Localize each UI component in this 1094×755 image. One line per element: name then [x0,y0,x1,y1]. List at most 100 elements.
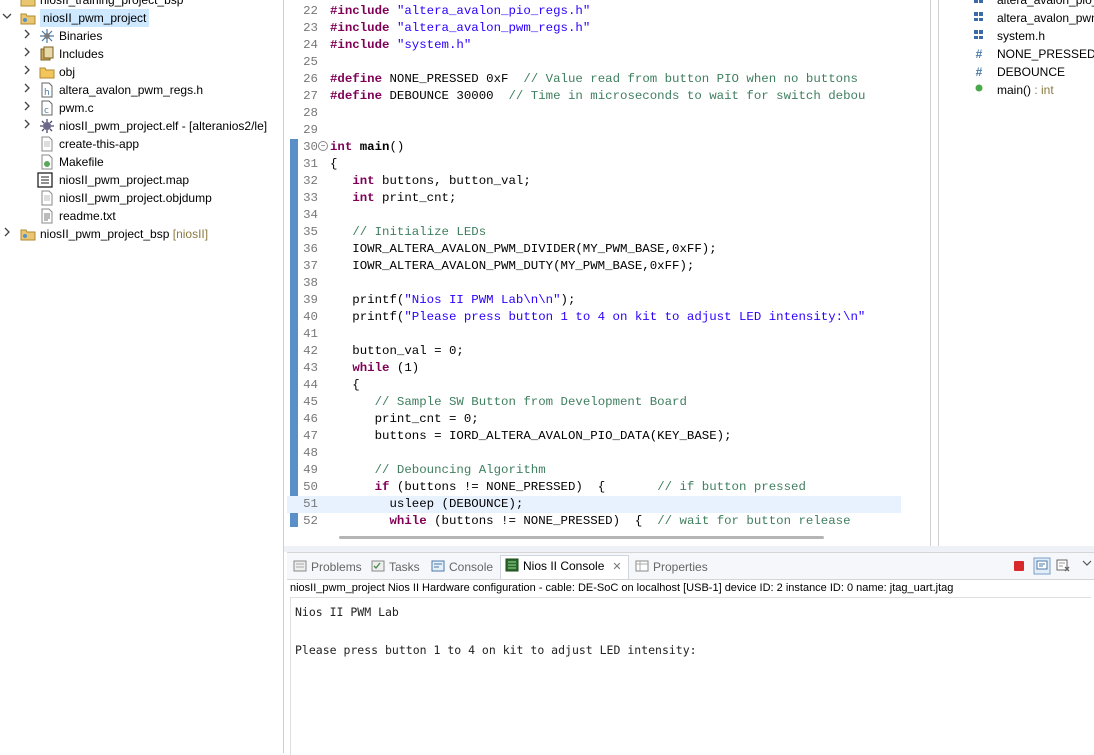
code-line[interactable]: 43 while (1) [287,360,901,377]
code-line[interactable]: 38 [287,275,901,292]
folder-project-icon [20,0,36,8]
tree-item-map[interactable]: niosII_pwm_project.map [0,171,283,189]
tree-item-objdump[interactable]: niosII_pwm_project.objdump [0,189,283,207]
tab-problems[interactable]: Problems [293,557,362,577]
clear-console-icon[interactable] [1055,557,1071,573]
tab-tasks[interactable]: Tasks [371,557,420,577]
line-number: 31 [303,157,318,171]
line-number: 42 [303,344,318,358]
chevron-right-icon[interactable] [21,81,33,99]
line-number: 43 [303,361,318,375]
code-text: // Sample SW Button from Development Boa… [374,395,687,409]
include-icon [973,0,985,9]
code-line[interactable]: 39 printf("Nios II PWM Lab\n\n"); [287,292,901,309]
chevron-right-icon[interactable] [21,63,33,81]
code-text: while (1) [352,361,420,375]
code-text: int print_cnt; [352,191,457,205]
chevron-right-icon[interactable] [1,225,13,243]
chevron-right-icon[interactable] [21,99,33,117]
folder-project-icon [20,10,36,26]
code-line[interactable]: 34 [287,207,901,224]
header-file-icon: h [39,82,55,98]
code-line[interactable]: 37 IOWR_ALTERA_AVALON_PWM_DUTY(MY_PWM_BA… [287,258,901,275]
code-line[interactable]: 44 { [287,377,901,394]
tree-item-elf[interactable]: niosII_pwm_project.elf - [alteranios2/le… [0,117,283,135]
code-line[interactable]: 26 #define NONE_PRESSED 0xF // Value read… [287,71,901,88]
project-explorer: niosII_training_project_bsp niosII_pwm_p… [0,0,284,753]
makefile-icon [39,154,55,170]
code-line[interactable]: 49 // Debouncing Algorithm [287,462,901,479]
code-line[interactable]: 50 if (buttons != NONE_PRESSED) { // if … [287,479,901,496]
tab-properties[interactable]: Properties [635,557,708,577]
horizontal-scrollbar[interactable] [339,536,824,539]
code-line[interactable]: 27 #define DEBOUNCE 30000 // Time in micr… [287,88,901,105]
code-line[interactable]: 32 int buttons, button_val; [287,173,901,190]
code-text: #include "altera_avalon_pwm_regs.h" [330,21,591,35]
tree-item-label: niosII_pwm_project_bsp [niosII] [40,227,209,241]
pin-console-icon[interactable] [1033,557,1051,575]
tree-item-training-bsp[interactable]: niosII_training_project_bsp [0,0,283,9]
tree-item-pwm-regs-h[interactable]: h altera_avalon_pwm_regs.h [0,81,283,99]
elf-file-icon [39,118,55,134]
code-line[interactable]: 30 int main() [287,139,901,156]
code-text: #define NONE_PRESSED 0xF // Value read f… [330,72,858,86]
code-text: while (buttons != NONE_PRESSED) { // wai… [389,514,851,528]
code-line[interactable]: 47 buttons = IORD_ALTERA_AVALON_PIO_DATA… [287,428,901,445]
code-line[interactable]: 48 [287,445,901,462]
line-number: 47 [303,429,318,443]
code-line[interactable]: 23 #include "altera_avalon_pwm_regs.h" [287,20,901,37]
line-number: 28 [303,106,318,120]
tree-item-binaries[interactable]: Binaries [0,27,283,45]
code-line[interactable]: 51 usleep (DEBOUNCE); [287,496,901,513]
code-line[interactable]: 41 [287,326,901,343]
code-editor[interactable]: − 22 #include "altera_avalon_pio_regs.h" 2… [287,0,915,546]
tab-nios-console[interactable]: Nios II Console ✕ [500,555,629,579]
code-line[interactable]: 52 while (buttons != NONE_PRESSED) { // … [287,513,901,530]
code-line[interactable]: 25 [287,54,901,71]
tree-item-pwm-c[interactable]: c pwm.c [0,99,283,117]
chevron-right-icon[interactable] [21,117,33,135]
tree-item-includes[interactable]: Includes [0,45,283,63]
line-number: 27 [303,89,318,103]
tree-item-readme[interactable]: readme.txt [0,207,283,225]
code-line[interactable]: 35 // Initialize LEDs [287,224,901,241]
editor-divider [930,0,931,548]
view-menu-icon[interactable] [1081,557,1094,573]
line-number: 23 [303,21,318,35]
tree-item-makefile[interactable]: Makefile [0,153,283,171]
chevron-down-icon[interactable] [1,9,13,27]
tree-item-pwm-project[interactable]: niosII_pwm_project [0,9,283,27]
line-number: 41 [303,327,318,341]
code-line[interactable]: 24 #include "system.h" [287,37,901,54]
code-line[interactable]: 42 button_val = 0; [287,343,901,360]
code-text: print_cnt = 0; [330,412,479,426]
code-line[interactable]: 45 // Sample SW Button from Development … [287,394,901,411]
close-icon[interactable]: ✕ [612,561,621,573]
code-text: buttons = IORD_ALTERA_AVALON_PIO_DATA(KE… [330,429,732,443]
line-number: 29 [303,123,318,137]
code-line[interactable]: 33 int print_cnt; [287,190,901,207]
chevron-right-icon[interactable] [21,27,33,45]
chevron-right-icon[interactable] [21,45,33,63]
code-line[interactable]: 40 printf("Please press button 1 to 4 on… [287,309,901,326]
code-line[interactable]: 36 IOWR_ALTERA_AVALON_PWM_DIVIDER(MY_PWM… [287,241,901,258]
code-line[interactable]: 46 print_cnt = 0; [287,411,901,428]
code-line[interactable]: 29 [287,122,901,139]
tree-item-pwm-bsp[interactable]: niosII_pwm_project_bsp [niosII] [0,225,283,243]
function-icon [973,81,985,99]
tree-item-create-this-app[interactable]: create-this-app [0,135,283,153]
console-tab-bar: Problems Tasks Console Nios II Console ✕ … [287,553,1094,580]
console-output[interactable]: Nios II PWM Lab Please press button 1 to… [290,597,1091,755]
code-line[interactable]: 28 [287,105,901,122]
code-line[interactable]: 22 #include "altera_avalon_pio_regs.h" [287,3,901,20]
code-text: printf("Nios II PWM Lab\n\n"); [330,293,576,307]
terminate-icon[interactable] [1011,557,1027,573]
code-text: if (buttons != NONE_PRESSED) { // if but… [374,480,806,494]
console-description: niosII_pwm_project Nios II Hardware conf… [290,582,954,594]
tree-item-obj[interactable]: obj [0,63,283,81]
code-line[interactable]: 31 { [287,156,901,173]
code-text: // Initialize LEDs [352,225,487,239]
console-output-line: Nios II PWM Lab [295,605,399,619]
tab-console[interactable]: Console [431,557,493,577]
file-icon [39,190,55,206]
